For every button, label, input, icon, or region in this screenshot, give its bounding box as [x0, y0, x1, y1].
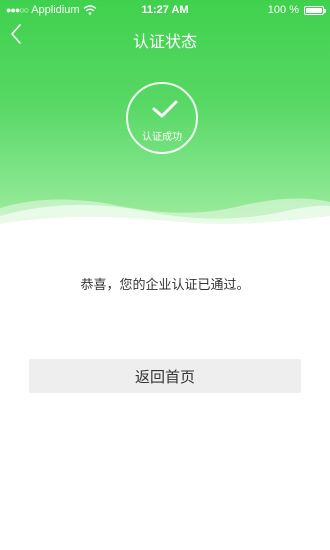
badge-label: 认证成功	[142, 132, 182, 143]
battery-percent: 100 %	[267, 4, 299, 16]
wave-decoration	[0, 198, 330, 232]
page-title: 认证状态	[132, 32, 197, 51]
header-hero: ●●●○○ Applidium 11:27 AM 100 % 认证状态 认证成功	[0, 0, 330, 232]
verification-status-badge: 认证成功	[126, 82, 198, 154]
status-bar: ●●●○○ Applidium 11:27 AM 100 %	[0, 0, 330, 20]
check-icon	[152, 100, 178, 118]
nav-bar: 认证状态	[0, 20, 330, 56]
status-bar-right: 100 %	[267, 4, 326, 16]
battery-icon	[304, 5, 326, 15]
success-message: 恭喜，您的企业认证已通过。	[80, 278, 250, 293]
return-home-button[interactable]: 返回首页	[29, 359, 301, 393]
